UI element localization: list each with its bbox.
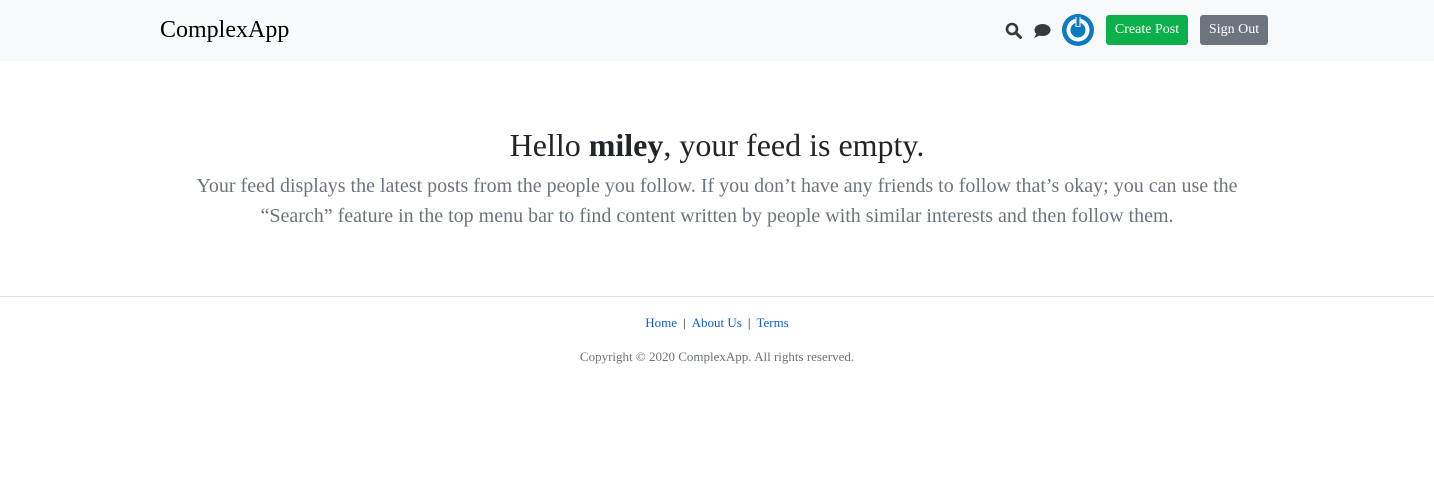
footer-link-about-us[interactable]: About Us [692, 315, 742, 330]
chat-icon[interactable] [1033, 23, 1051, 39]
footer-divider [0, 296, 1434, 297]
footer-link-home[interactable]: Home [645, 315, 677, 330]
username: miley [588, 127, 664, 163]
brand-logo-link[interactable]: ComplexApp [160, 15, 289, 45]
avatar[interactable] [1062, 14, 1094, 46]
page-title: Hello miley, your feed is empty. [0, 125, 1434, 165]
create-post-button[interactable]: Create Post [1106, 15, 1188, 45]
footer-nav: Home | About Us | Terms [0, 314, 1434, 332]
footer-link-terms[interactable]: Terms [756, 315, 788, 330]
headline-suffix: , your feed is empty. [663, 127, 925, 163]
search-icon[interactable] [1005, 22, 1022, 39]
feed-empty-description: Your feed displays the latest posts from… [196, 175, 1238, 227]
top-nav: ComplexApp Create Post Sign Out [0, 0, 1434, 61]
sign-out-button[interactable]: Sign Out [1200, 15, 1268, 45]
headline-prefix: Hello [509, 127, 589, 163]
copyright-text: Copyright © 2020 ComplexApp. All rights … [579, 349, 855, 364]
footer-separator: | [683, 315, 686, 330]
footer-separator: | [747, 315, 751, 330]
